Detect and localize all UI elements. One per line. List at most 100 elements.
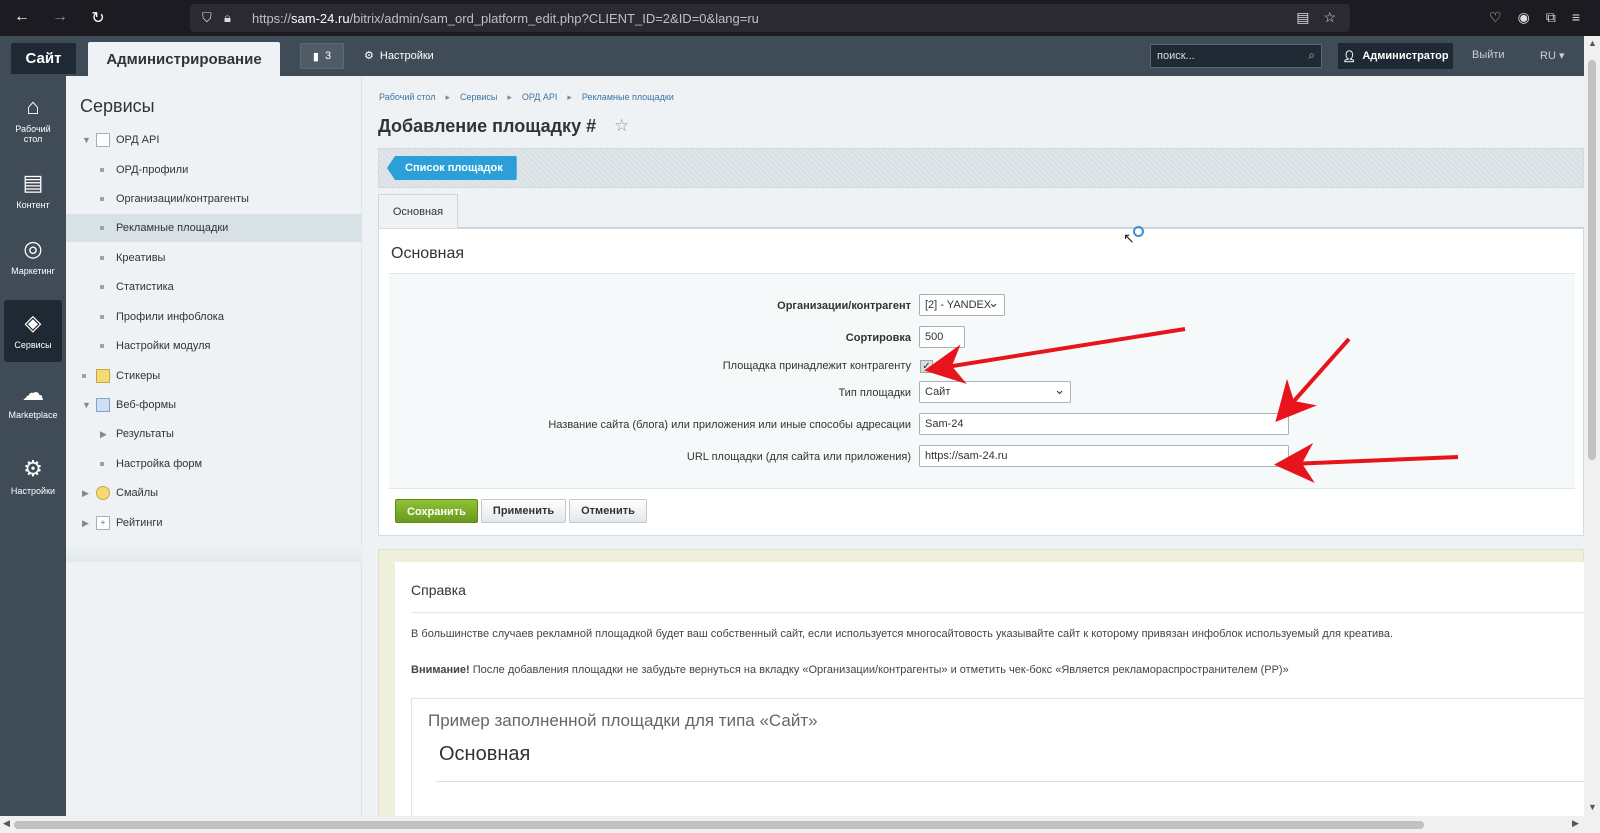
attention-label: Внимание!	[411, 664, 470, 676]
help-block: Справка В большинстве случаев рекламной …	[378, 549, 1584, 816]
platform-list-button[interactable]: Список площадок	[387, 156, 517, 180]
logout-link[interactable]: Выйти	[1472, 49, 1505, 61]
apply-button[interactable]: Применить	[480, 499, 567, 523]
search-input[interactable]: поиск... ⌕	[1150, 44, 1322, 68]
scroll-thumb[interactable]	[1588, 60, 1596, 460]
breadcrumb-item[interactable]: Рекламные площадки	[582, 92, 674, 103]
favorite-star-icon[interactable]: ☆	[614, 116, 629, 136]
search-icon[interactable]: ⌕	[1308, 48, 1315, 63]
menu-title: Сервисы	[80, 96, 155, 116]
gear-icon: ⚙	[364, 50, 374, 62]
menu-item-module-settings[interactable]: Настройки модуля	[66, 332, 362, 360]
notifications-button[interactable]: ▮ 3	[300, 43, 344, 69]
panel-settings-label: Настройки	[10, 486, 56, 496]
pocket-icon[interactable]: ♡	[1489, 9, 1502, 26]
settings-link[interactable]: ⚙ Настройки	[364, 49, 434, 63]
language-selector[interactable]: RU ▾	[1540, 49, 1564, 62]
help-text: В большинстве случаев рекламной площадко…	[411, 628, 1394, 640]
menu-item-ratings[interactable]: ▶ + Рейтинги	[66, 509, 362, 537]
admin-topbar: Сайт Администрирование ▮ 3 ⚙ Настройки п…	[0, 36, 1584, 76]
example-divider	[436, 781, 1584, 782]
left-icon-panel: ⌂ Рабочий стол ▤ Контент ◎ Маркетинг ◈ С…	[0, 76, 66, 816]
menu-icon[interactable]: ≡	[1572, 9, 1580, 26]
account-icon[interactable]: ◉	[1518, 9, 1530, 26]
menu-item-smileys[interactable]: ▶ Смайлы	[66, 479, 362, 507]
sticker-icon	[96, 369, 110, 383]
extensions-icon[interactable]: ⧉	[1546, 9, 1556, 26]
reader-view-icon[interactable]: ▤	[1296, 9, 1309, 26]
expand-arrow-icon[interactable]: ▼	[82, 391, 91, 419]
admin-tab[interactable]: Администрирование	[88, 42, 280, 76]
menu-item-statistics[interactable]: Статистика	[66, 273, 362, 301]
breadcrumb-item[interactable]: Рабочий стол	[379, 92, 436, 103]
tab-main[interactable]: Основная	[378, 194, 458, 229]
panel-content[interactable]: ▤ Контент	[4, 160, 62, 222]
user-icon: 👤︎	[1342, 50, 1357, 63]
help-content: Справка В большинстве случаев рекламной …	[395, 562, 1584, 816]
page-title: Добавление площадку #	[378, 116, 597, 136]
menu-item-ord-profiles[interactable]: ОРД-профили	[66, 156, 362, 184]
sort-input[interactable]: 500	[919, 326, 965, 348]
target-icon: ◎	[23, 236, 43, 261]
panel-services[interactable]: ◈ Сервисы	[4, 300, 62, 362]
scroll-right-icon[interactable]: ▶	[1572, 818, 1579, 829]
shield-icon: ⛉	[202, 10, 212, 25]
browser-toolbar: ← → ↻ ⛉ 🔒︎ https://sam-24.ru/bitrix/admi…	[0, 0, 1600, 36]
panel-marketing[interactable]: ◎ Маркетинг	[4, 226, 62, 288]
panel-marketplace[interactable]: ☁ Marketplace	[4, 370, 62, 432]
edit-form-panel: Основная Организации/контрагент [2] - YA…	[378, 228, 1584, 536]
scroll-down-icon[interactable]: ▼	[1588, 802, 1597, 812]
cancel-button[interactable]: Отменить	[569, 499, 647, 523]
collapsed-arrow-icon[interactable]: ▶	[100, 420, 107, 448]
site-tab[interactable]: Сайт	[11, 43, 76, 74]
menu-item-iblock-profiles[interactable]: Профили инфоблока	[66, 303, 362, 331]
scroll-left-icon[interactable]: ◀	[3, 818, 10, 829]
belongs-checkbox[interactable]: ✓	[920, 360, 933, 373]
site-name-input[interactable]: Sam-24	[919, 413, 1289, 435]
document-icon: ▤	[22, 170, 44, 195]
menu-item-label: Статистика	[116, 281, 174, 293]
address-bar[interactable]: ⛉ 🔒︎ https://sam-24.ru/bitrix/admin/sam_…	[190, 4, 1350, 32]
collapsed-arrow-icon[interactable]: ▶	[82, 509, 89, 537]
type-select-value: Сайт	[925, 386, 951, 398]
breadcrumb-item[interactable]: Сервисы	[460, 92, 497, 103]
vertical-scrollbar[interactable]: ▲	[1584, 36, 1600, 800]
tab-bar: Основная	[378, 194, 1584, 229]
bookmark-star-icon[interactable]: ☆	[1323, 9, 1336, 26]
menu-item-form-settings[interactable]: Настройка форм	[66, 450, 362, 478]
menu-item-organizations[interactable]: Организации/контрагенты	[66, 185, 362, 213]
menu-item-ad-platforms[interactable]: Рекламные площадки	[66, 214, 362, 242]
save-button[interactable]: Сохранить	[395, 499, 478, 523]
help-attention-text: Внимание! После добавления площадки не з…	[411, 664, 1289, 676]
type-select[interactable]: Сайт	[919, 381, 1071, 403]
panel-settings[interactable]: ⚙ Настройки	[4, 446, 62, 508]
page-icon	[96, 133, 110, 147]
menu-item-results[interactable]: ▶ Результаты	[66, 420, 362, 448]
site-name-value: Sam-24	[925, 418, 964, 430]
menu-item-webforms[interactable]: ▼ Веб-формы	[66, 391, 362, 419]
collapsed-arrow-icon[interactable]: ▶	[82, 479, 89, 507]
org-label: Организации/контрагент	[777, 300, 911, 312]
url-input[interactable]: https://sam-24.ru	[919, 445, 1289, 467]
scroll-up-icon[interactable]: ▲	[1588, 38, 1597, 48]
panel-content-label: Контент	[16, 200, 50, 210]
back-icon[interactable]: ←	[12, 8, 32, 28]
menu-item-creatives[interactable]: Креативы	[66, 244, 362, 272]
cloud-download-icon: ☁	[22, 380, 44, 405]
loading-spinner-icon	[1133, 226, 1144, 237]
expand-arrow-icon[interactable]: ▼	[82, 126, 91, 154]
example-heading: Основная	[439, 743, 531, 765]
forward-icon[interactable]: →	[50, 8, 70, 28]
menu-item-label: ОРД API	[116, 134, 160, 146]
menu-item-label: Рейтинги	[116, 517, 163, 529]
menu-item-stickers[interactable]: Стикеры	[66, 362, 362, 390]
user-button[interactable]: 👤︎ Администратор	[1338, 43, 1453, 69]
breadcrumb-item[interactable]: ОРД API	[522, 92, 558, 103]
org-select[interactable]: [2] - YANDEX	[919, 294, 1005, 316]
horizontal-scrollbar[interactable]: ◀ ▶	[0, 816, 1584, 833]
panel-desktop[interactable]: ⌂ Рабочий стол	[4, 84, 62, 146]
menu-item-ord-api[interactable]: ▼ ОРД API	[66, 126, 362, 154]
scroll-thumb[interactable]	[14, 821, 1424, 829]
reload-icon[interactable]: ↻	[88, 8, 108, 28]
breadcrumb: Рабочий стол ▸ Сервисы ▸ ОРД API ▸ Рекламны…	[379, 92, 674, 103]
